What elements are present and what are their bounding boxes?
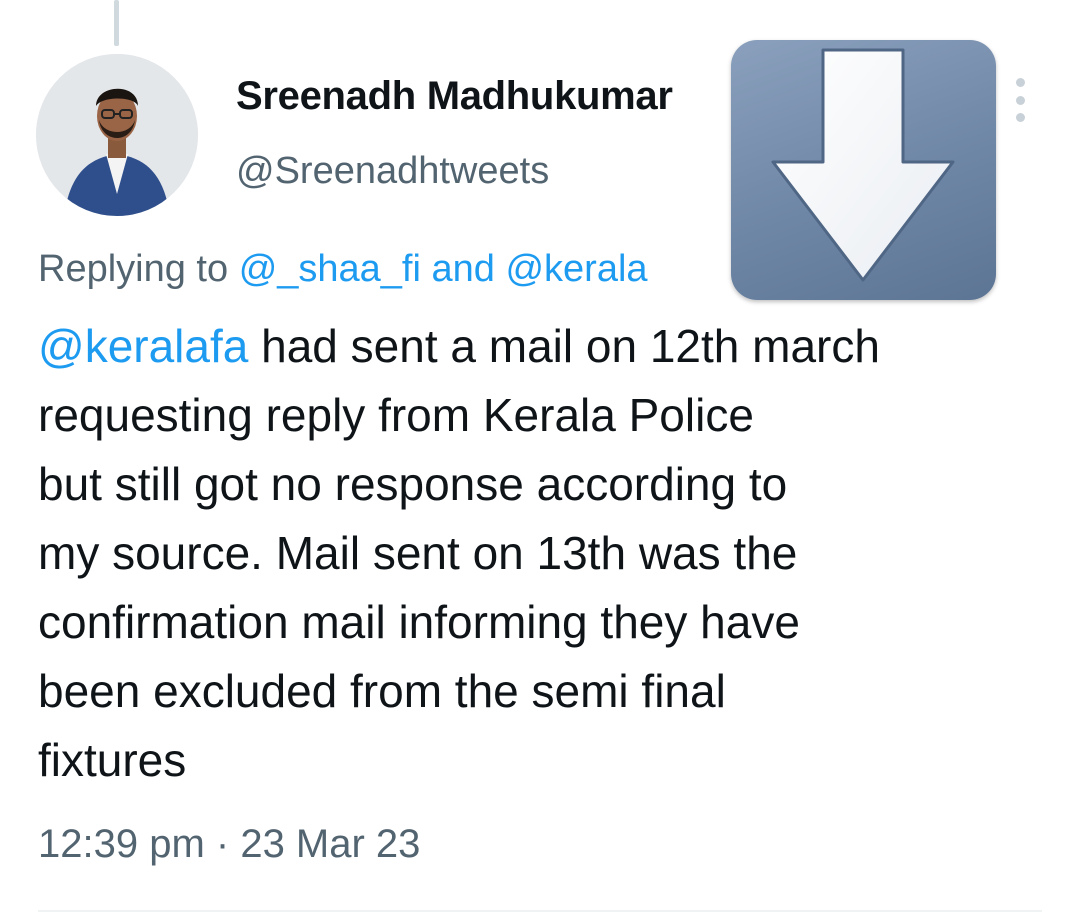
tweet-line-text: had sent a mail on 12th march	[248, 320, 880, 372]
tweet-line: @keralafa had sent a mail on 12th march	[38, 312, 1048, 381]
tweet-timestamp[interactable]: 12:39 pm · 23 Mar 23	[38, 822, 420, 867]
divider	[38, 910, 1042, 912]
tweet-line: confirmation mail informing they have	[38, 596, 800, 648]
avatar[interactable]	[36, 54, 198, 216]
tweet-body: @keralafa had sent a mail on 12th march …	[38, 312, 1048, 795]
replying-to-label: Replying to	[38, 248, 229, 290]
more-dot	[1015, 113, 1025, 122]
tweet-line: been excluded from the semi final	[38, 665, 726, 717]
author-display-name[interactable]: Sreenadh Madhukumar	[236, 74, 731, 119]
more-dot	[1015, 78, 1025, 87]
tweet-line: my source. Mail sent on 13th was the	[38, 527, 798, 579]
author-handle[interactable]: @Sreenadhtweets	[236, 150, 549, 193]
tweet-line: but still got no response according to	[38, 458, 788, 510]
tweet-mention-link[interactable]: @keralafa	[38, 320, 248, 372]
tweet-line: fixtures	[38, 734, 187, 786]
reply-joiner[interactable]: and	[432, 248, 495, 290]
reply-mention-link[interactable]: @kerala	[505, 248, 647, 290]
thread-connector-line	[114, 0, 119, 46]
more-vertical-icon[interactable]	[1008, 78, 1032, 122]
down-arrow-icon	[731, 40, 996, 300]
more-dot	[1015, 95, 1025, 105]
reply-mention-link[interactable]: @_shaa_fi	[239, 248, 421, 290]
avatar-photo	[36, 54, 198, 216]
replying-to-line: Replying to @_shaa_fi and @kerala	[38, 248, 738, 291]
tweet-line: requesting reply from Kerala Police	[38, 389, 754, 441]
